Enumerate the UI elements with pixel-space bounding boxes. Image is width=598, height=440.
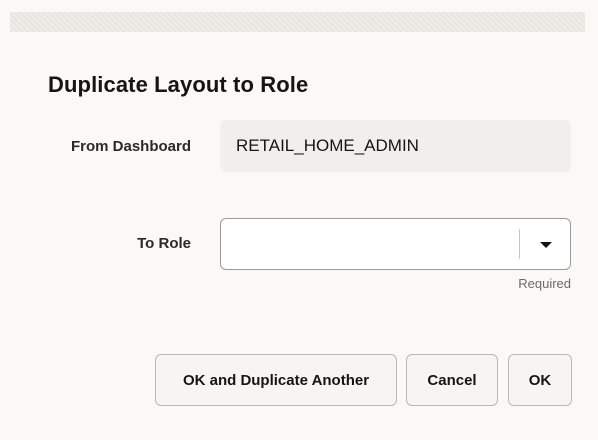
to-role-label: To Role (137, 235, 191, 252)
cancel-button[interactable]: Cancel (406, 354, 498, 406)
to-role-select[interactable] (220, 218, 571, 270)
dialog-title: Duplicate Layout to Role (48, 72, 309, 97)
duplicate-layout-dialog: Duplicate Layout to Role From Dashboard … (0, 0, 598, 440)
ok-button[interactable]: OK (508, 354, 572, 406)
from-dashboard-label: From Dashboard (70, 138, 191, 155)
chevron-down-icon[interactable] (534, 233, 558, 257)
select-divider (519, 229, 520, 259)
from-dashboard-value: RETAIL_HOME_ADMIN (220, 120, 571, 172)
ok-and-duplicate-another-button[interactable]: OK and Duplicate Another (155, 354, 397, 406)
dialog-header-band (10, 12, 585, 32)
required-helper-text: Required (518, 276, 571, 291)
